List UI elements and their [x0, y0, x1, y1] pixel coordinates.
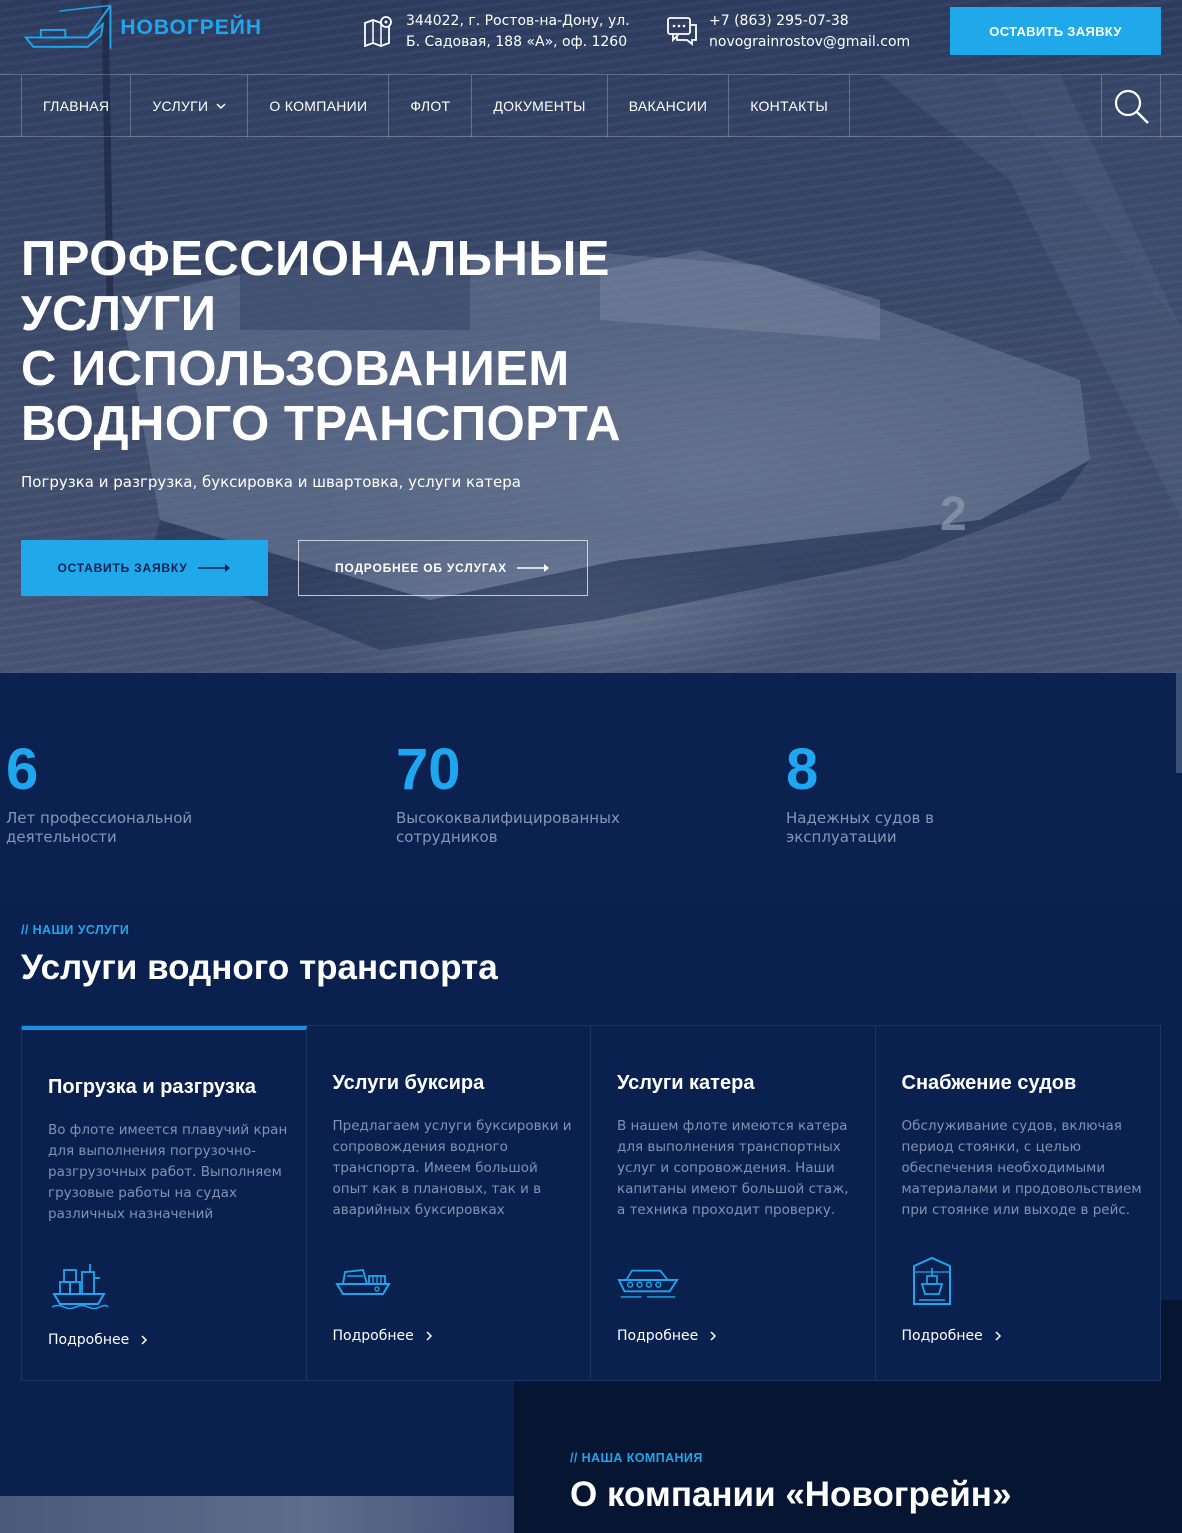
arrow-right-icon: [197, 564, 230, 572]
about-section: // НАША КОМПАНИЯ О компании «Новогрейн»: [514, 1381, 1182, 1533]
chevron-down-icon: [216, 103, 226, 110]
nav-item-documents[interactable]: ДОКУМЕНТЫ: [472, 75, 608, 137]
service-card-link[interactable]: Подробнее: [333, 1328, 433, 1344]
about-title: О компании «Новогрейн»: [570, 1475, 1012, 1514]
stat-vessels: 8 Надежных судов в эксплуатации: [786, 735, 1016, 847]
boat-icon: [617, 1269, 679, 1298]
about-image: [0, 1496, 514, 1533]
chevron-right-icon: [426, 1331, 432, 1341]
arrow-right-icon: [516, 564, 549, 572]
service-card-link[interactable]: Подробнее: [902, 1328, 1002, 1344]
service-card-link-label: Подробнее: [617, 1328, 699, 1344]
stats-section: 6 Лет профессиональной деятельности 70 В…: [0, 673, 1182, 903]
ship-logo-icon: [23, 4, 112, 49]
phone-link[interactable]: +7 (863) 295-07-38: [709, 11, 910, 32]
service-card-title: Погрузка и разгрузка: [48, 1076, 256, 1098]
service-card-title: Услуги буксира: [332, 1072, 485, 1094]
nav-item-label: КОНТАКТЫ: [750, 98, 829, 114]
nav-item-fleet[interactable]: ФЛОТ: [389, 75, 473, 137]
stat-employees: 70 Высококвалифицированных сотрудников: [396, 735, 626, 847]
service-card-link-label: Подробнее: [332, 1328, 414, 1344]
nav-item-label: ВАКАНСИИ: [628, 98, 708, 114]
service-card-text: В нашем флоте имеются катера для выполне…: [617, 1118, 849, 1218]
service-card-loading[interactable]: Погрузка и разгрузка Во флоте имеется пл…: [22, 1026, 307, 1380]
nav-item-label: О КОМПАНИИ: [269, 98, 368, 114]
service-card-link[interactable]: Подробнее: [617, 1328, 717, 1344]
main-nav: ГЛАВНАЯ УСЛУГИ О КОМПАНИИ ФЛОТ ДОКУМЕНТЫ…: [0, 75, 1182, 137]
chevron-right-icon: [995, 1331, 1001, 1341]
address-line1: 344022, г. Ростов-на-Дону, ул.: [406, 13, 630, 29]
header-topbar: НОВОГРЕЙН 344022, г. Ростов-на-Дону, ул.…: [0, 0, 1182, 75]
search-icon: [1114, 89, 1149, 124]
stat-years: 6 Лет профессиональной деятельности: [6, 735, 236, 847]
nav-item-home[interactable]: ГЛАВНАЯ: [22, 75, 132, 137]
nav-item-contacts[interactable]: КОНТАКТЫ: [729, 75, 851, 137]
chevron-right-icon: [141, 1335, 148, 1345]
stat-value: 70: [396, 737, 461, 802]
stat-value: 8: [786, 737, 819, 802]
services-cards: Погрузка и разгрузка Во флоте имеется пл…: [21, 1025, 1161, 1381]
logo[interactable]: НОВОГРЕЙН: [22, 0, 262, 55]
contacts-block: +7 (863) 295-07-38 novograinrostov@gmail…: [665, 11, 910, 53]
nav-item-label: ГЛАВНАЯ: [43, 98, 110, 114]
search-button[interactable]: [1101, 75, 1161, 137]
hero-title-line: УСЛУГИ: [21, 287, 217, 341]
request-button-label: ОСТАВИТЬ ЗАЯВКУ: [57, 561, 188, 575]
about-kicker: // НАША КОМПАНИЯ: [570, 1451, 703, 1465]
hero-title-line: ВОДНОГО ТРАНСПОРТА: [21, 397, 621, 451]
nav-item-services[interactable]: УСЛУГИ: [131, 75, 249, 137]
hero-title-line: ПРОФЕССИОНАЛЬНЫЕ: [21, 232, 610, 286]
nav-item-vacancies[interactable]: ВАКАНСИИ: [608, 75, 730, 137]
cargo-ship-icon: [51, 1264, 109, 1310]
nav-item-about[interactable]: О КОМПАНИИ: [248, 75, 390, 137]
nav-item-label: УСЛУГИ: [152, 98, 209, 114]
request-button-hero[interactable]: ОСТАВИТЬ ЗАЯВКУ: [21, 540, 268, 596]
service-card-link-label: Подробнее: [901, 1328, 983, 1344]
chevron-right-icon: [710, 1331, 717, 1341]
address-line2: Б. Садовая, 188 «А», оф. 1260: [406, 34, 628, 50]
services-details-label: ПОДРОБНЕЕ ОБ УСЛУГАХ: [335, 561, 507, 575]
nav-item-label: ДОКУМЕНТЫ: [493, 98, 586, 114]
services-title: Услуги водного транспорта: [21, 948, 498, 987]
ship-supply-icon: [912, 1256, 951, 1305]
map-pin-icon: [364, 16, 392, 47]
service-card-title: Услуги катера: [617, 1072, 755, 1094]
email-link[interactable]: novograinrostov@gmail.com: [709, 32, 910, 53]
stat-value: 6: [6, 737, 39, 802]
service-card-boat[interactable]: Услуги катера В нашем флоте имеются кате…: [591, 1026, 876, 1380]
services-details-button[interactable]: ПОДРОБНЕЕ ОБ УСЛУГАХ: [298, 540, 588, 596]
stat-label: Высококвалифицированных сотрудников: [396, 809, 620, 846]
service-card-text: Во флоте имеется плавучий кран для выпол…: [48, 1122, 288, 1222]
chat-icon: [667, 17, 697, 46]
service-card-link-label: Подробнее: [48, 1332, 130, 1348]
stat-label: Лет профессиональной деятельности: [6, 809, 193, 846]
service-card-towing[interactable]: Услуги буксира Предлагаем услуги буксиро…: [306, 1026, 591, 1380]
service-card-title: Снабжение судов: [901, 1072, 1077, 1094]
stat-label: Надежных судов в эксплуатации: [786, 809, 935, 846]
logo-text: НОВОГРЕЙН: [120, 15, 262, 39]
service-card-text: Предлагаем услуги буксировки и сопровожд…: [332, 1118, 572, 1218]
hero-title: ПРОФЕССИОНАЛЬНЫЕ УСЛУГИ С ИСПОЛЬЗОВАНИЕМ…: [21, 232, 661, 452]
service-card-supply[interactable]: Снабжение судов Обслуживание судов, вклю…: [875, 1026, 1160, 1380]
edge-decoration: [1161, 1300, 1182, 1381]
service-card-text: Обслуживание судов, включая период стоян…: [901, 1118, 1142, 1218]
services-kicker: // НАШИ УСЛУГИ: [21, 923, 130, 937]
hero-subtitle: Погрузка и разгрузка, буксировка и шварт…: [21, 473, 521, 491]
address-block: 344022, г. Ростов-на-Дону, ул. Б. Садова…: [362, 11, 630, 53]
nav-item-label: ФЛОТ: [410, 98, 451, 114]
hero-title-line: С ИСПОЛЬЗОВАНИЕМ: [21, 342, 570, 396]
service-card-link[interactable]: Подробнее: [48, 1332, 148, 1348]
tugboat-icon: [334, 1269, 391, 1295]
request-button-top[interactable]: ОСТАВИТЬ ЗАЯВКУ: [950, 7, 1161, 55]
edge-decoration: [1176, 673, 1182, 773]
